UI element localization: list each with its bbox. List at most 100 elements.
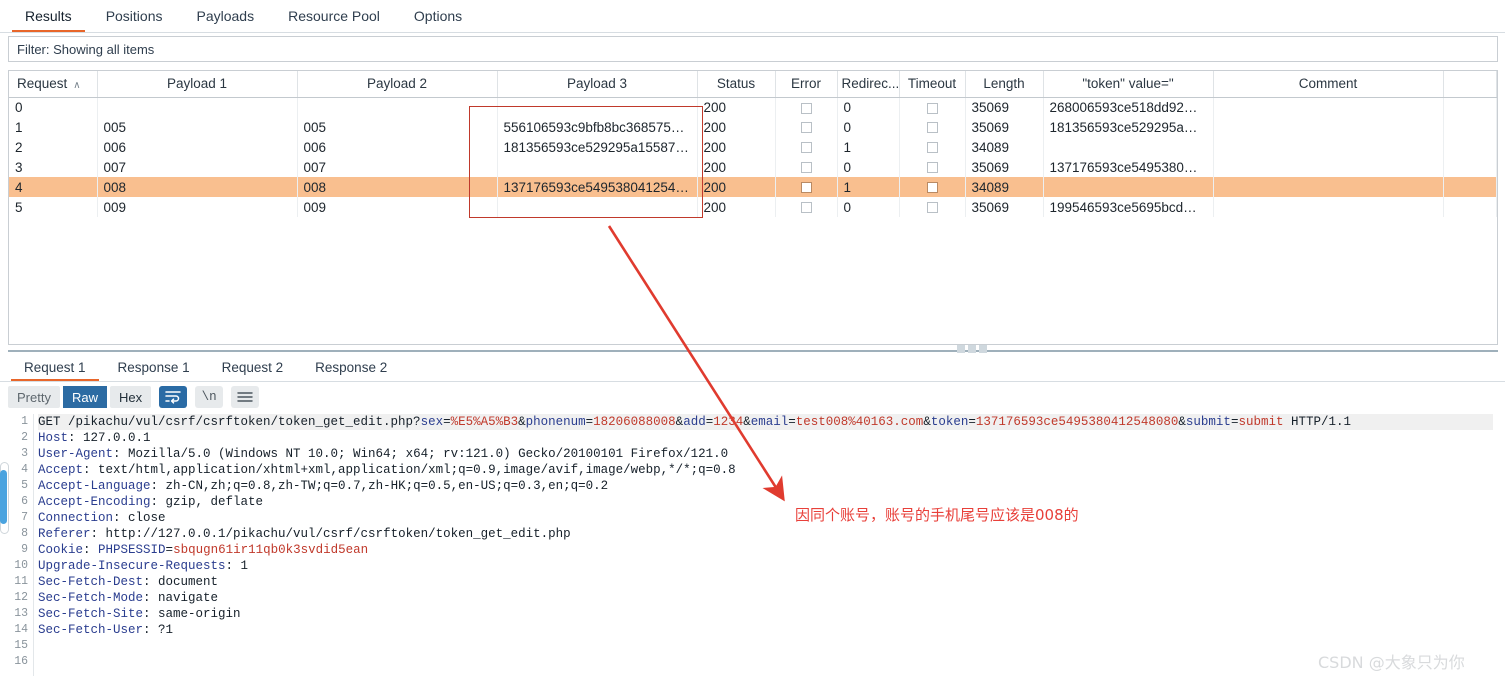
burp-intruder-window: Results Positions Payloads Resource Pool… (0, 0, 1505, 682)
line-number: 1 (21, 415, 28, 428)
cell-comment (1213, 157, 1444, 177)
timeout-checkbox[interactable] (926, 182, 938, 194)
error-checkbox[interactable] (800, 202, 812, 214)
request-line-token: : (83, 543, 99, 557)
tab-results[interactable]: Results (8, 0, 89, 32)
col-header-payload-2[interactable]: Payload 2 (297, 71, 498, 98)
tab-response-2[interactable]: Response 2 (299, 354, 403, 381)
col-header-payload-3[interactable]: Payload 3 (497, 71, 698, 98)
cell-length: 34089 (965, 137, 1044, 157)
request-line-token: & (518, 415, 526, 429)
request-line-token: Cookie (38, 543, 84, 557)
cell-filler (1443, 157, 1497, 177)
table-row[interactable]: 0 200 0 35069 268006593ce518dd92… (9, 97, 1497, 117)
request-line-token: 1234 (713, 415, 744, 429)
tab-positions[interactable]: Positions (89, 0, 180, 32)
request-line-token: : navigate (143, 591, 219, 605)
hex-view-button[interactable]: Hex (109, 386, 152, 408)
col-header-payload-1[interactable]: Payload 1 (97, 71, 298, 98)
cell-filler (1443, 197, 1497, 217)
error-checkbox[interactable] (800, 182, 812, 194)
cell-payload-2 (297, 97, 498, 117)
raw-view-button[interactable]: Raw (62, 386, 107, 408)
newline-toggle-button[interactable]: \n (195, 386, 224, 408)
request-line-token: Connection (38, 511, 114, 525)
cell-payload-2: 008 (297, 177, 498, 197)
cell-timeout (899, 157, 966, 177)
request-scrollbar-thumb[interactable] (0, 470, 7, 524)
table-row[interactable]: 3 007 007 200 0 35069 137176593ce5495380… (9, 157, 1497, 177)
request-line-token: : 1 (225, 559, 249, 573)
cell-payload-1: 007 (97, 157, 298, 177)
table-row-selected[interactable]: 4 008 008 137176593ce549538041254… 200 1… (9, 177, 1497, 197)
table-row[interactable]: 5 009 009 200 0 35069 199546593ce5695bcd… (9, 197, 1497, 217)
tab-options[interactable]: Options (397, 0, 479, 32)
line-number: 8 (21, 527, 28, 540)
timeout-checkbox[interactable] (926, 102, 938, 114)
horizontal-splitter[interactable] (8, 350, 1498, 352)
hamburger-menu-icon[interactable] (231, 386, 260, 408)
tab-payloads[interactable]: Payloads (180, 0, 272, 32)
cell-payload-3: 556106593c9bfb8bc368575… (497, 117, 698, 137)
cell-error (775, 97, 838, 117)
request-line-token: Upgrade-Insecure-Requests (38, 559, 226, 573)
splitter-grip-icon[interactable] (952, 344, 992, 354)
cell-payload-1: 009 (97, 197, 298, 217)
timeout-checkbox[interactable] (926, 142, 938, 154)
timeout-checkbox[interactable] (926, 122, 938, 134)
col-header-request[interactable]: Request ∧ (9, 71, 98, 98)
line-number: 4 (21, 463, 28, 476)
col-header-timeout[interactable]: Timeout (899, 71, 966, 98)
results-table-container[interactable]: Request ∧ Payload 1 Payload 2 Payload 3 S… (8, 70, 1498, 345)
request-line-token: token (930, 415, 969, 429)
col-header-redirections[interactable]: Redirec... (837, 71, 900, 98)
line-number: 10 (14, 559, 28, 572)
timeout-checkbox[interactable] (926, 162, 938, 174)
timeout-checkbox[interactable] (926, 202, 938, 214)
request-line-token: 18206088008 (593, 415, 676, 429)
line-number: 2 (21, 431, 28, 444)
cell-request: 2 (9, 137, 98, 157)
filter-bar[interactable]: Filter: Showing all items (8, 36, 1498, 62)
request-viewer[interactable]: 1 2 3 4 5 6 7 8 9 10 11 12 13 14 15 16 G… (8, 414, 1498, 676)
tab-request-1[interactable]: Request 1 (8, 354, 102, 381)
request-line-token: = (443, 415, 451, 429)
request-line: Sec-Fetch-Mode: navigate (38, 590, 1493, 606)
tab-resource-pool[interactable]: Resource Pool (271, 0, 397, 32)
table-row[interactable]: 2 006 006 181356593ce529295a15587… 200 1… (9, 137, 1497, 157)
cell-request: 5 (9, 197, 98, 217)
col-header-status[interactable]: Status (697, 71, 776, 98)
col-header-comment[interactable]: Comment (1213, 71, 1444, 98)
cell-timeout (899, 97, 966, 117)
cell-redirections: 1 (837, 177, 900, 197)
sort-ascending-icon: ∧ (73, 80, 81, 92)
error-checkbox[interactable] (800, 102, 812, 114)
cell-comment (1213, 137, 1444, 157)
pretty-view-button[interactable]: Pretty (8, 386, 60, 408)
cell-request: 4 (9, 177, 98, 197)
request-line-token: sbqugn61ir11qb0k3svdid5ean (173, 543, 369, 557)
cell-timeout (899, 197, 966, 217)
tab-request-2[interactable]: Request 2 (206, 354, 300, 381)
cell-status: 200 (697, 157, 776, 177)
cell-filler (1443, 97, 1497, 117)
line-number: 15 (14, 639, 28, 652)
error-checkbox[interactable] (800, 162, 812, 174)
request-line-token: Accept-Encoding (38, 495, 151, 509)
error-checkbox[interactable] (800, 122, 812, 134)
request-line-token: = (165, 543, 174, 557)
error-checkbox[interactable] (800, 142, 812, 154)
results-table-body: 0 200 0 35069 268006593ce518dd92… 1 005 (9, 97, 1497, 217)
request-line-token: test008%40163.com (795, 415, 924, 429)
col-header-error[interactable]: Error (775, 71, 838, 98)
request-line-token: phonenum (525, 415, 586, 429)
cell-timeout (899, 137, 966, 157)
col-header-length[interactable]: Length (965, 71, 1044, 98)
table-row[interactable]: 1 005 005 556106593c9bfb8bc368575… 200 0… (9, 117, 1497, 137)
request-line-token: HTTP/1.1 (1283, 415, 1351, 429)
tab-request-2-label: Request 2 (221, 360, 284, 375)
col-header-token-value[interactable]: "token" value=" (1043, 71, 1214, 98)
request-line: Accept-Encoding: gzip, deflate (38, 494, 1493, 510)
tab-response-1[interactable]: Response 1 (102, 354, 206, 381)
word-wrap-icon[interactable] (159, 386, 188, 408)
